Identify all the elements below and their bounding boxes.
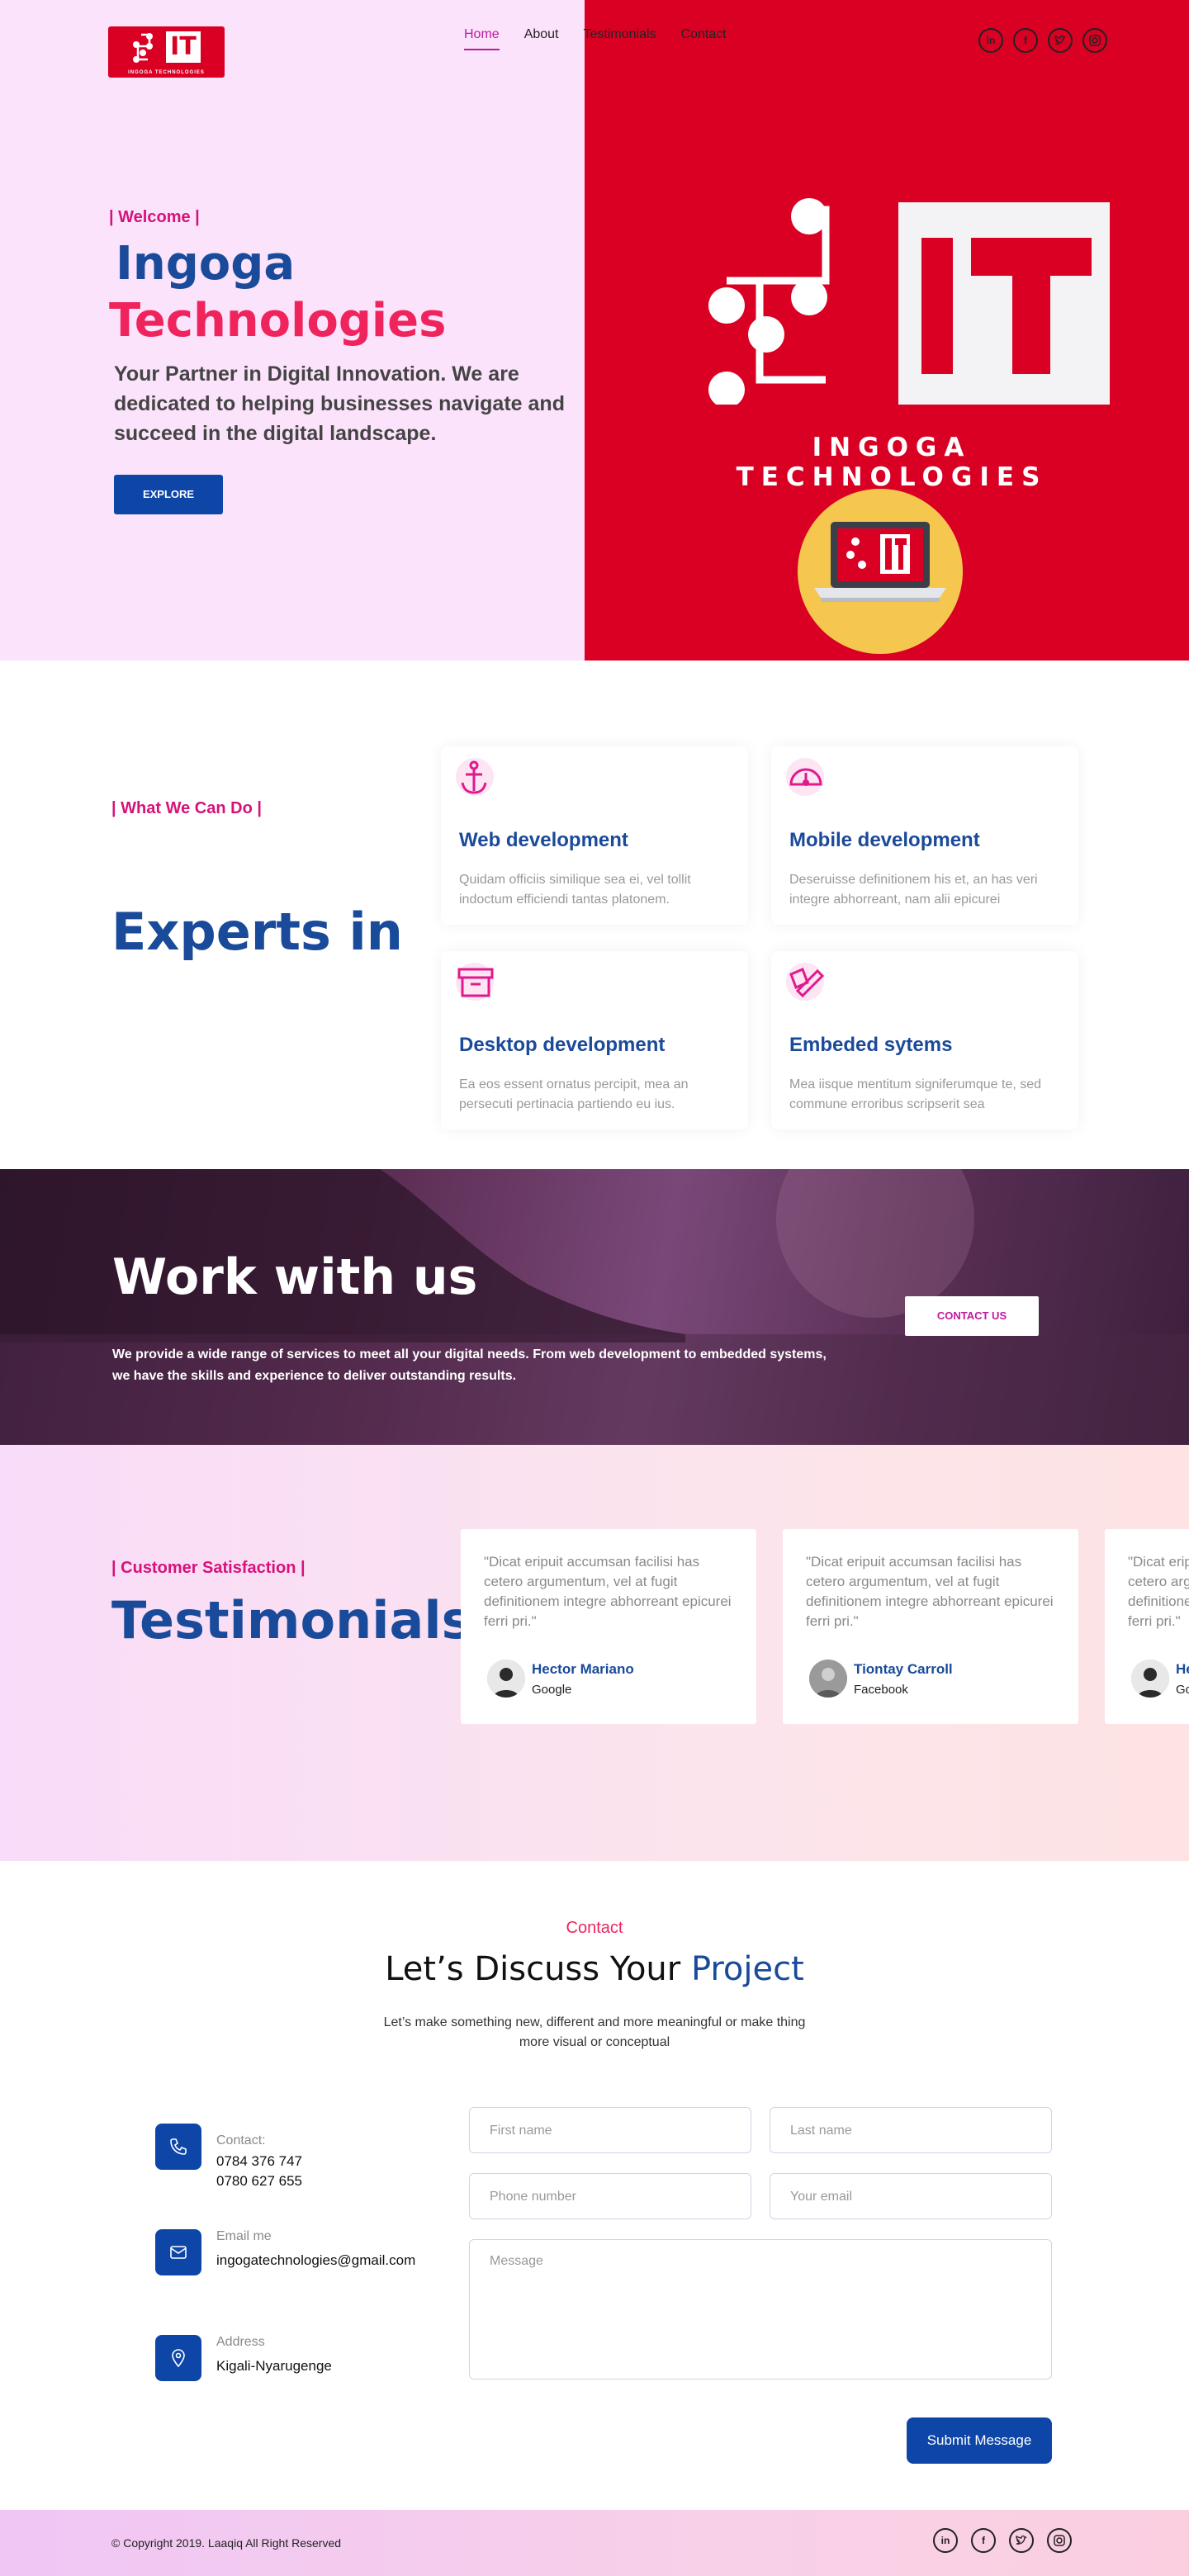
linkedin-icon[interactable]: in [978, 28, 1003, 53]
work-title: Work with us [112, 1248, 478, 1306]
twitter-icon[interactable] [1009, 2528, 1034, 2553]
address-value: Kigali-Nyarugenge [216, 2358, 332, 2374]
testimonials-title: Testimonials [111, 1590, 472, 1650]
instagram-icon[interactable] [1082, 28, 1107, 53]
avatar [1131, 1660, 1169, 1698]
contact-email-info: Email me ingogatechnologies@gmail.com [139, 2229, 428, 2279]
hero-description: Your Partner in Digital Innovation. We a… [114, 362, 565, 445]
hero-section: IT INGOGA TECHNOLOGIES Home About Testim… [0, 0, 1189, 661]
email-value[interactable]: ingogatechnologies@gmail.com [216, 2251, 415, 2271]
services-section: | What We Can Do | Experts in Web develo… [0, 661, 1189, 1169]
hero-title-line2: Technologies [109, 294, 447, 348]
hero-brand-logo [708, 198, 1110, 405]
service-card-title: Web development [459, 829, 628, 851]
testimonial-company: Google [532, 1683, 572, 1697]
nav-home[interactable]: Home [464, 27, 500, 50]
testimonials-section: | Customer Satisfaction | Testimonials "… [0, 1445, 1189, 1861]
contact-address-info: Address Kigali-Nyarugenge [139, 2335, 428, 2384]
laptop-icon [814, 522, 946, 602]
facebook-icon[interactable]: f [971, 2528, 996, 2553]
service-card-web[interactable]: Web development Quidam officiis similiqu… [441, 746, 748, 925]
linkedin-icon[interactable]: in [933, 2528, 958, 2553]
work-description: We provide a wide range of services to m… [112, 1347, 827, 1383]
service-card-text: Deseruisse definitionem his et, an has v… [789, 873, 1038, 907]
contact-phone-info: Contact: 0784 376 747 0780 627 655 [139, 2124, 428, 2206]
mail-icon [155, 2229, 201, 2275]
phone-number-2: 0780 627 655 [216, 2173, 302, 2189]
hero-brand-name: INGOGA TECHNOLOGIES [736, 433, 1048, 492]
service-card-text: Mea iisque mentitum signiferumque te, se… [789, 1077, 1042, 1111]
header-social-links: in f [978, 28, 1107, 53]
facebook-icon[interactable]: f [1013, 28, 1038, 53]
service-card-title: Mobile development [789, 829, 980, 851]
phone-number-1: 0784 376 747 [216, 2153, 302, 2169]
testimonial-name: Hector Mariano [532, 1661, 634, 1677]
testimonial-card: "Dicat eripuit accumsan facilisi has cet… [783, 1529, 1078, 1724]
testimonial-card: "Dicat eripuit accumsan facilisi has cet… [461, 1529, 756, 1724]
message-field[interactable]: Message [469, 2239, 1052, 2379]
testimonial-name: Tiontay Carroll [854, 1661, 953, 1677]
work-with-us-banner: Work with us We provide a wide range of … [0, 1169, 1189, 1445]
contact-title-part1: Let’s Discuss Your [385, 1950, 681, 1988]
services-tag: | What We Can Do | [111, 799, 262, 817]
service-card-desktop[interactable]: Desktop development Ea eos essent ornatu… [441, 951, 748, 1129]
logo-circuit-icon [133, 33, 153, 63]
nav-about[interactable]: About [524, 27, 559, 50]
last-name-field[interactable]: Last name [770, 2107, 1052, 2153]
testimonial-quote: "Dicat eripuit accumsan facilisi has cet… [484, 1554, 732, 1629]
testimonial-company: Facebook [854, 1683, 908, 1697]
testimonial-name: He [1176, 1661, 1189, 1677]
service-card-embedded[interactable]: Embeded sytems Mea iisque mentitum signi… [771, 951, 1078, 1129]
contact-title-part2: Project [690, 1950, 804, 1988]
service-card-title: Desktop development [459, 1034, 666, 1056]
first-name-field[interactable]: First name [469, 2107, 751, 2153]
laptop-illustration [798, 489, 963, 654]
instagram-icon[interactable] [1047, 2528, 1072, 2553]
testimonials-tag: | Customer Satisfaction | [111, 1559, 306, 1577]
phone-number-field[interactable]: Phone number [469, 2173, 751, 2219]
avatar [809, 1660, 847, 1698]
service-card-mobile[interactable]: Mobile development Deseruisse definition… [771, 746, 1078, 925]
service-card-text: Ea eos essent ornatus percipit, mea an p… [459, 1077, 689, 1111]
contact-tag: Contact [566, 1919, 623, 1937]
gauge-icon [789, 768, 822, 786]
main-nav: Home About Testimonials Contact [464, 27, 751, 50]
contact-description: Let’s make something new, different and … [383, 2015, 806, 2049]
contact-section: Contact Let’s Discuss Your Project Let’s… [0, 1861, 1189, 2510]
logo-subtitle: INGOGA TECHNOLOGIES [128, 70, 205, 75]
address-label: Address [216, 2335, 265, 2349]
contact-us-button[interactable]: CONTACT US [905, 1296, 1039, 1336]
copyright-text: © Copyright 2019. Laaqiq All Right Reser… [111, 2536, 342, 2550]
location-pin-icon [155, 2335, 201, 2381]
email-label: Email me [216, 2229, 272, 2243]
testimonial-quote: "Dicat eripuit accumsan facilisi has cet… [1128, 1554, 1189, 1629]
twitter-icon[interactable] [1048, 28, 1073, 53]
hero-text-block: | Welcome | Ingoga Technologies Your Par… [109, 208, 593, 514]
explore-button[interactable]: EXPLORE [114, 475, 223, 514]
archive-icon [457, 968, 494, 997]
footer: © Copyright 2019. Laaqiq All Right Reser… [0, 2510, 1189, 2576]
avatar [487, 1660, 525, 1698]
services-title: Experts in [111, 902, 403, 962]
phone-label: Contact: [216, 2133, 266, 2147]
testimonial-company: Go [1176, 1683, 1189, 1697]
logo-it-text: IT [166, 31, 201, 63]
hero-title-line1: Ingoga [116, 237, 296, 291]
service-card-text: Quidam officiis similique sea ei, vel to… [459, 873, 691, 907]
site-logo[interactable]: IT INGOGA TECHNOLOGIES [108, 26, 225, 78]
phone-icon [155, 2124, 201, 2170]
email-field[interactable]: Your email [770, 2173, 1052, 2219]
testimonial-quote: "Dicat eripuit accumsan facilisi has cet… [806, 1554, 1054, 1629]
service-card-title: Embeded sytems [789, 1034, 953, 1056]
contact-title: Let’s Discuss Your Project [0, 1950, 1189, 1988]
nav-testimonials[interactable]: Testimonials [584, 27, 656, 50]
testimonial-card: "Dicat eripuit accumsan facilisi has cet… [1105, 1529, 1189, 1724]
anchor-icon [461, 760, 487, 794]
pen-icon [789, 968, 825, 998]
nav-contact[interactable]: Contact [681, 27, 727, 50]
footer-social-links: in f [933, 2528, 1072, 2553]
hero-welcome-tag: | Welcome | [109, 208, 200, 226]
submit-message-button[interactable]: Submit Message [907, 2417, 1052, 2464]
